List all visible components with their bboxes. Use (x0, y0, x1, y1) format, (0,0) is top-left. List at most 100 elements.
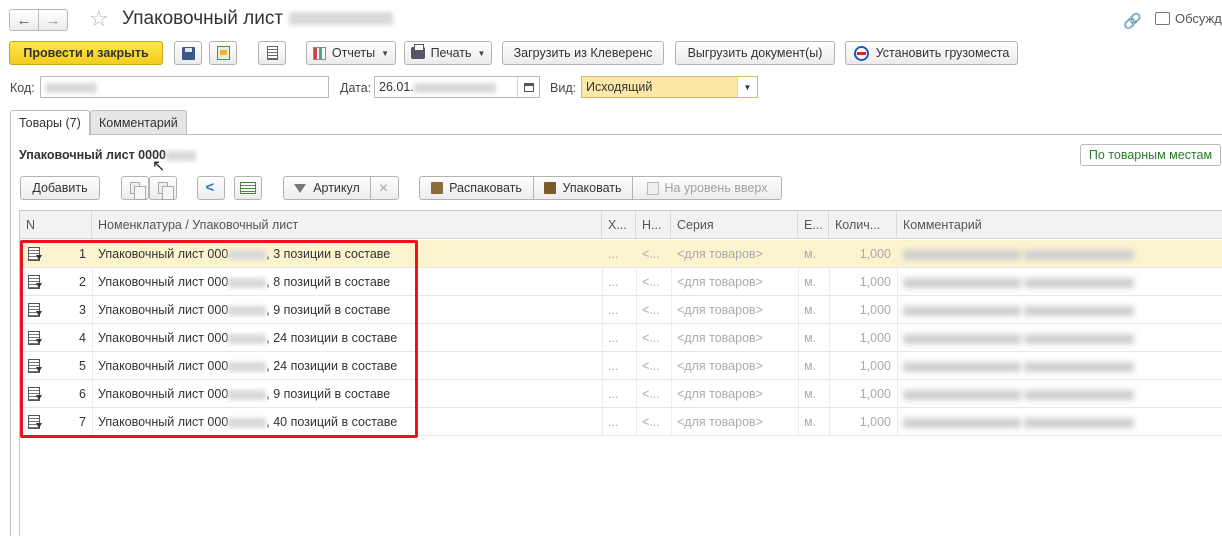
star-icon[interactable]: ☆ (89, 6, 109, 32)
redacted-comment (1024, 417, 1135, 428)
redacted-code (45, 82, 97, 93)
row-quantity: 1,000 (859, 247, 891, 261)
column-header-h[interactable]: Н... (636, 211, 671, 239)
row-comment (897, 380, 1222, 408)
date-field[interactable]: 26.01. (374, 76, 540, 98)
redacted-comment (1024, 333, 1135, 344)
clear-filter-button[interactable]: ✕ (370, 176, 399, 200)
code-field[interactable] (40, 76, 329, 98)
redacted-comment (1024, 249, 1135, 260)
column-header-quantity[interactable]: Колич... (829, 211, 897, 239)
pack-icon (544, 182, 557, 194)
forward-arrow-icon[interactable]: → (38, 9, 68, 31)
set-cargo-places-button[interactable]: Установить грузоместа (845, 41, 1018, 65)
mouse-cursor: ↖ (152, 158, 166, 175)
row-series: <для товаров> (677, 387, 763, 401)
list-icon (266, 46, 278, 60)
back-arrow-icon[interactable]: ← (9, 9, 39, 31)
table-header: N Номенклатура / Упаковочный лист Х... Н… (20, 211, 1222, 239)
tab-comment[interactable]: Комментарий (90, 110, 187, 134)
row-h: <... (642, 275, 660, 289)
report-icon (312, 46, 326, 60)
redacted-comment (1024, 389, 1135, 400)
share-button[interactable] (197, 176, 225, 200)
reports-menu-button[interactable]: Отчеты ▼ (306, 41, 396, 65)
load-cleverence-button[interactable]: Загрузить из Клеверенс (502, 41, 664, 65)
paste-icon (158, 182, 174, 200)
export-documents-button[interactable]: Выгрузить документ(ы) (675, 41, 835, 65)
row-comment (897, 240, 1222, 268)
code-label: Код: (10, 81, 35, 95)
copy-button[interactable] (121, 176, 149, 200)
row-unit: м. (804, 359, 817, 373)
row-series: <для товаров> (677, 359, 763, 373)
column-header-nomenclature[interactable]: Номенклатура / Упаковочный лист (92, 211, 602, 239)
row-characteristic: ... (608, 359, 619, 373)
cargo-icon (853, 45, 869, 61)
row-unit: м. (804, 275, 817, 289)
row-characteristic: ... (608, 303, 619, 317)
row-unit: м. (804, 415, 817, 429)
redacted-number (289, 12, 394, 26)
structure-button[interactable] (258, 41, 286, 65)
redacted-comment (903, 277, 1021, 288)
post-button[interactable] (209, 41, 237, 65)
calendar-icon[interactable] (517, 77, 539, 97)
title-bar: ← → ☆ Упаковочный лист 🔗 Обсуждени (0, 0, 1222, 40)
tab-goods[interactable]: Товары (7) (10, 110, 90, 135)
column-header-unit[interactable]: Е... (798, 211, 829, 239)
link-icon[interactable]: 🔗 (1123, 12, 1142, 30)
copy-icon (130, 182, 146, 200)
column-header-series[interactable]: Серия (671, 211, 798, 239)
row-characteristic: ... (608, 247, 619, 261)
filter-icon (294, 183, 307, 193)
excel-icon (240, 182, 256, 194)
kind-label: Вид: (550, 81, 577, 95)
tab-panel-border (10, 134, 11, 536)
redacted-comment (1024, 305, 1135, 316)
row-series: <для товаров> (677, 275, 763, 289)
row-h: <... (642, 303, 660, 317)
chevron-down-icon[interactable]: ▼ (737, 77, 757, 97)
chevron-down-icon: ▼ (381, 48, 390, 58)
filter-by-article-button[interactable]: Артикул (283, 176, 371, 200)
discuss-button[interactable]: Обсуждени (1155, 11, 1222, 26)
redacted-number (166, 150, 196, 161)
redacted-comment (903, 417, 1021, 428)
pack-button[interactable]: Упаковать (533, 176, 633, 200)
chevron-down-icon: ▼ (477, 48, 486, 58)
row-series: <для товаров> (677, 303, 763, 317)
redacted-comment (1024, 277, 1135, 288)
add-button[interactable]: Добавить (20, 176, 100, 200)
row-series: <для товаров> (677, 331, 763, 345)
row-h: <... (642, 387, 660, 401)
column-header-n[interactable]: N (20, 211, 92, 239)
print-menu-button[interactable]: Печать ▼ (404, 41, 492, 65)
level-up-button[interactable]: На уровень вверх (632, 176, 782, 200)
unpack-button[interactable]: Распаковать (419, 176, 534, 200)
post-icon (216, 46, 230, 60)
save-button[interactable] (174, 41, 202, 65)
page-title: Упаковочный лист (122, 8, 394, 30)
row-h: <... (642, 331, 660, 345)
row-unit: м. (804, 331, 817, 345)
redacted-comment (903, 333, 1021, 344)
paste-button[interactable] (149, 176, 177, 200)
row-series: <для товаров> (677, 247, 763, 261)
redacted-comment (903, 305, 1021, 316)
row-characteristic: ... (608, 387, 619, 401)
excel-button[interactable] (234, 176, 262, 200)
column-header-characteristic[interactable]: Х... (602, 211, 636, 239)
post-and-close-button[interactable]: Провести и закрыть (9, 41, 163, 65)
kind-select[interactable]: Исходящий ▼ (581, 76, 758, 98)
column-header-comment[interactable]: Комментарий (897, 211, 1222, 239)
redacted-date (413, 82, 496, 93)
row-comment (897, 352, 1222, 380)
discuss-icon (1155, 12, 1170, 25)
row-quantity: 1,000 (859, 415, 891, 429)
row-unit: м. (804, 247, 817, 261)
row-quantity: 1,000 (859, 387, 891, 401)
date-label: Дата: (340, 81, 372, 95)
save-icon (181, 46, 195, 60)
by-places-button[interactable]: По товарным местам (1080, 144, 1221, 166)
